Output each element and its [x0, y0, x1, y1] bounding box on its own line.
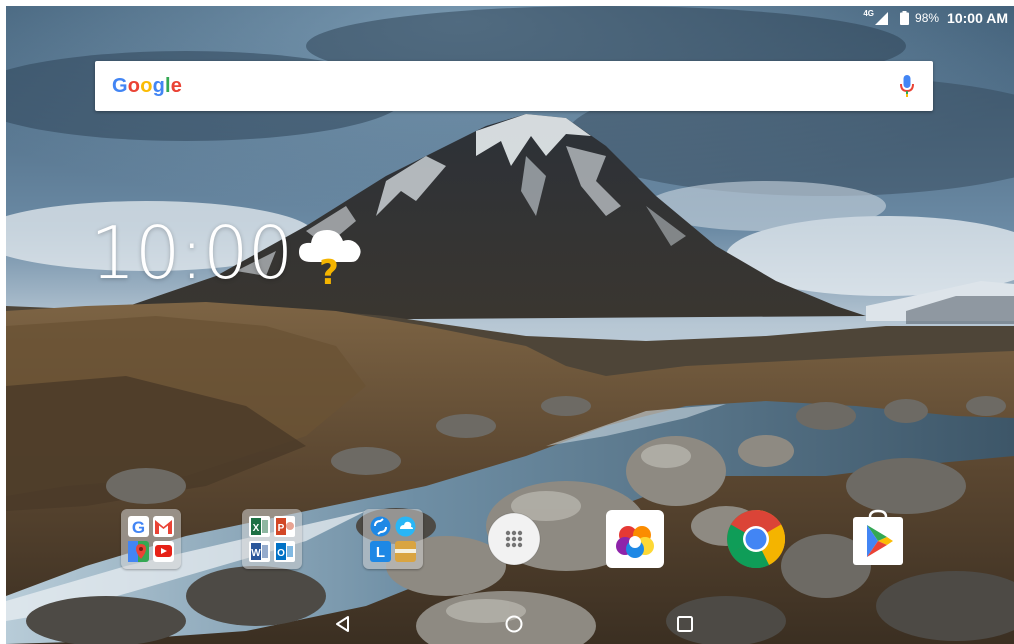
home-screen: 4G 98% 10:00 AM Google 10:00 ? G X P W O…	[6, 6, 1014, 644]
navigation-bar	[6, 604, 1014, 644]
widget-time[interactable]: 10:00	[90, 211, 293, 295]
svg-text:L: L	[376, 544, 385, 561]
svg-text:?: ?	[319, 253, 339, 290]
app-drawer-icon[interactable]	[484, 509, 544, 569]
photos-gallery-icon[interactable]	[605, 509, 665, 569]
google-apps-folder-icon[interactable]: G	[121, 509, 181, 569]
play-store-icon[interactable]	[848, 509, 908, 569]
svg-text:P: P	[278, 523, 285, 534]
clock-weather-widget[interactable]: 10:00 ?	[90, 211, 367, 295]
cell-signal-icon	[875, 12, 889, 25]
google-logo: Google	[112, 75, 182, 98]
lenovo-tools-folder-icon[interactable]: L	[363, 509, 423, 569]
chrome-icon[interactable]	[726, 509, 786, 569]
google-logo-letter: g	[152, 74, 166, 97]
google-logo-letter: o	[140, 74, 153, 97]
svg-text:X: X	[253, 523, 260, 534]
back-triangle-icon[interactable]	[331, 612, 355, 636]
home-circle-icon[interactable]	[502, 612, 526, 636]
svg-text:G: G	[132, 518, 145, 537]
network-type-label: 4G	[863, 8, 875, 18]
status-clock: 10:00 AM	[947, 10, 1008, 26]
google-search-bar[interactable]: Google	[95, 61, 933, 111]
recents-square-icon[interactable]	[673, 612, 697, 636]
svg-text:O: O	[277, 548, 285, 559]
google-logo-letter: G	[112, 74, 128, 97]
google-logo-letter: e	[170, 74, 183, 97]
battery-percent: 98%	[915, 11, 940, 25]
cloud-unknown-weather-icon[interactable]: ?	[295, 224, 367, 290]
google-logo-letter: o	[127, 74, 141, 97]
svg-text:W: W	[251, 548, 261, 559]
battery-icon	[900, 11, 910, 25]
status-bar: 4G 98% 10:00 AM	[863, 6, 1014, 30]
app-dock: G X P W O L	[6, 508, 1014, 572]
office-apps-folder-icon[interactable]: X P W O	[242, 509, 302, 569]
microphone-icon[interactable]	[898, 74, 916, 98]
